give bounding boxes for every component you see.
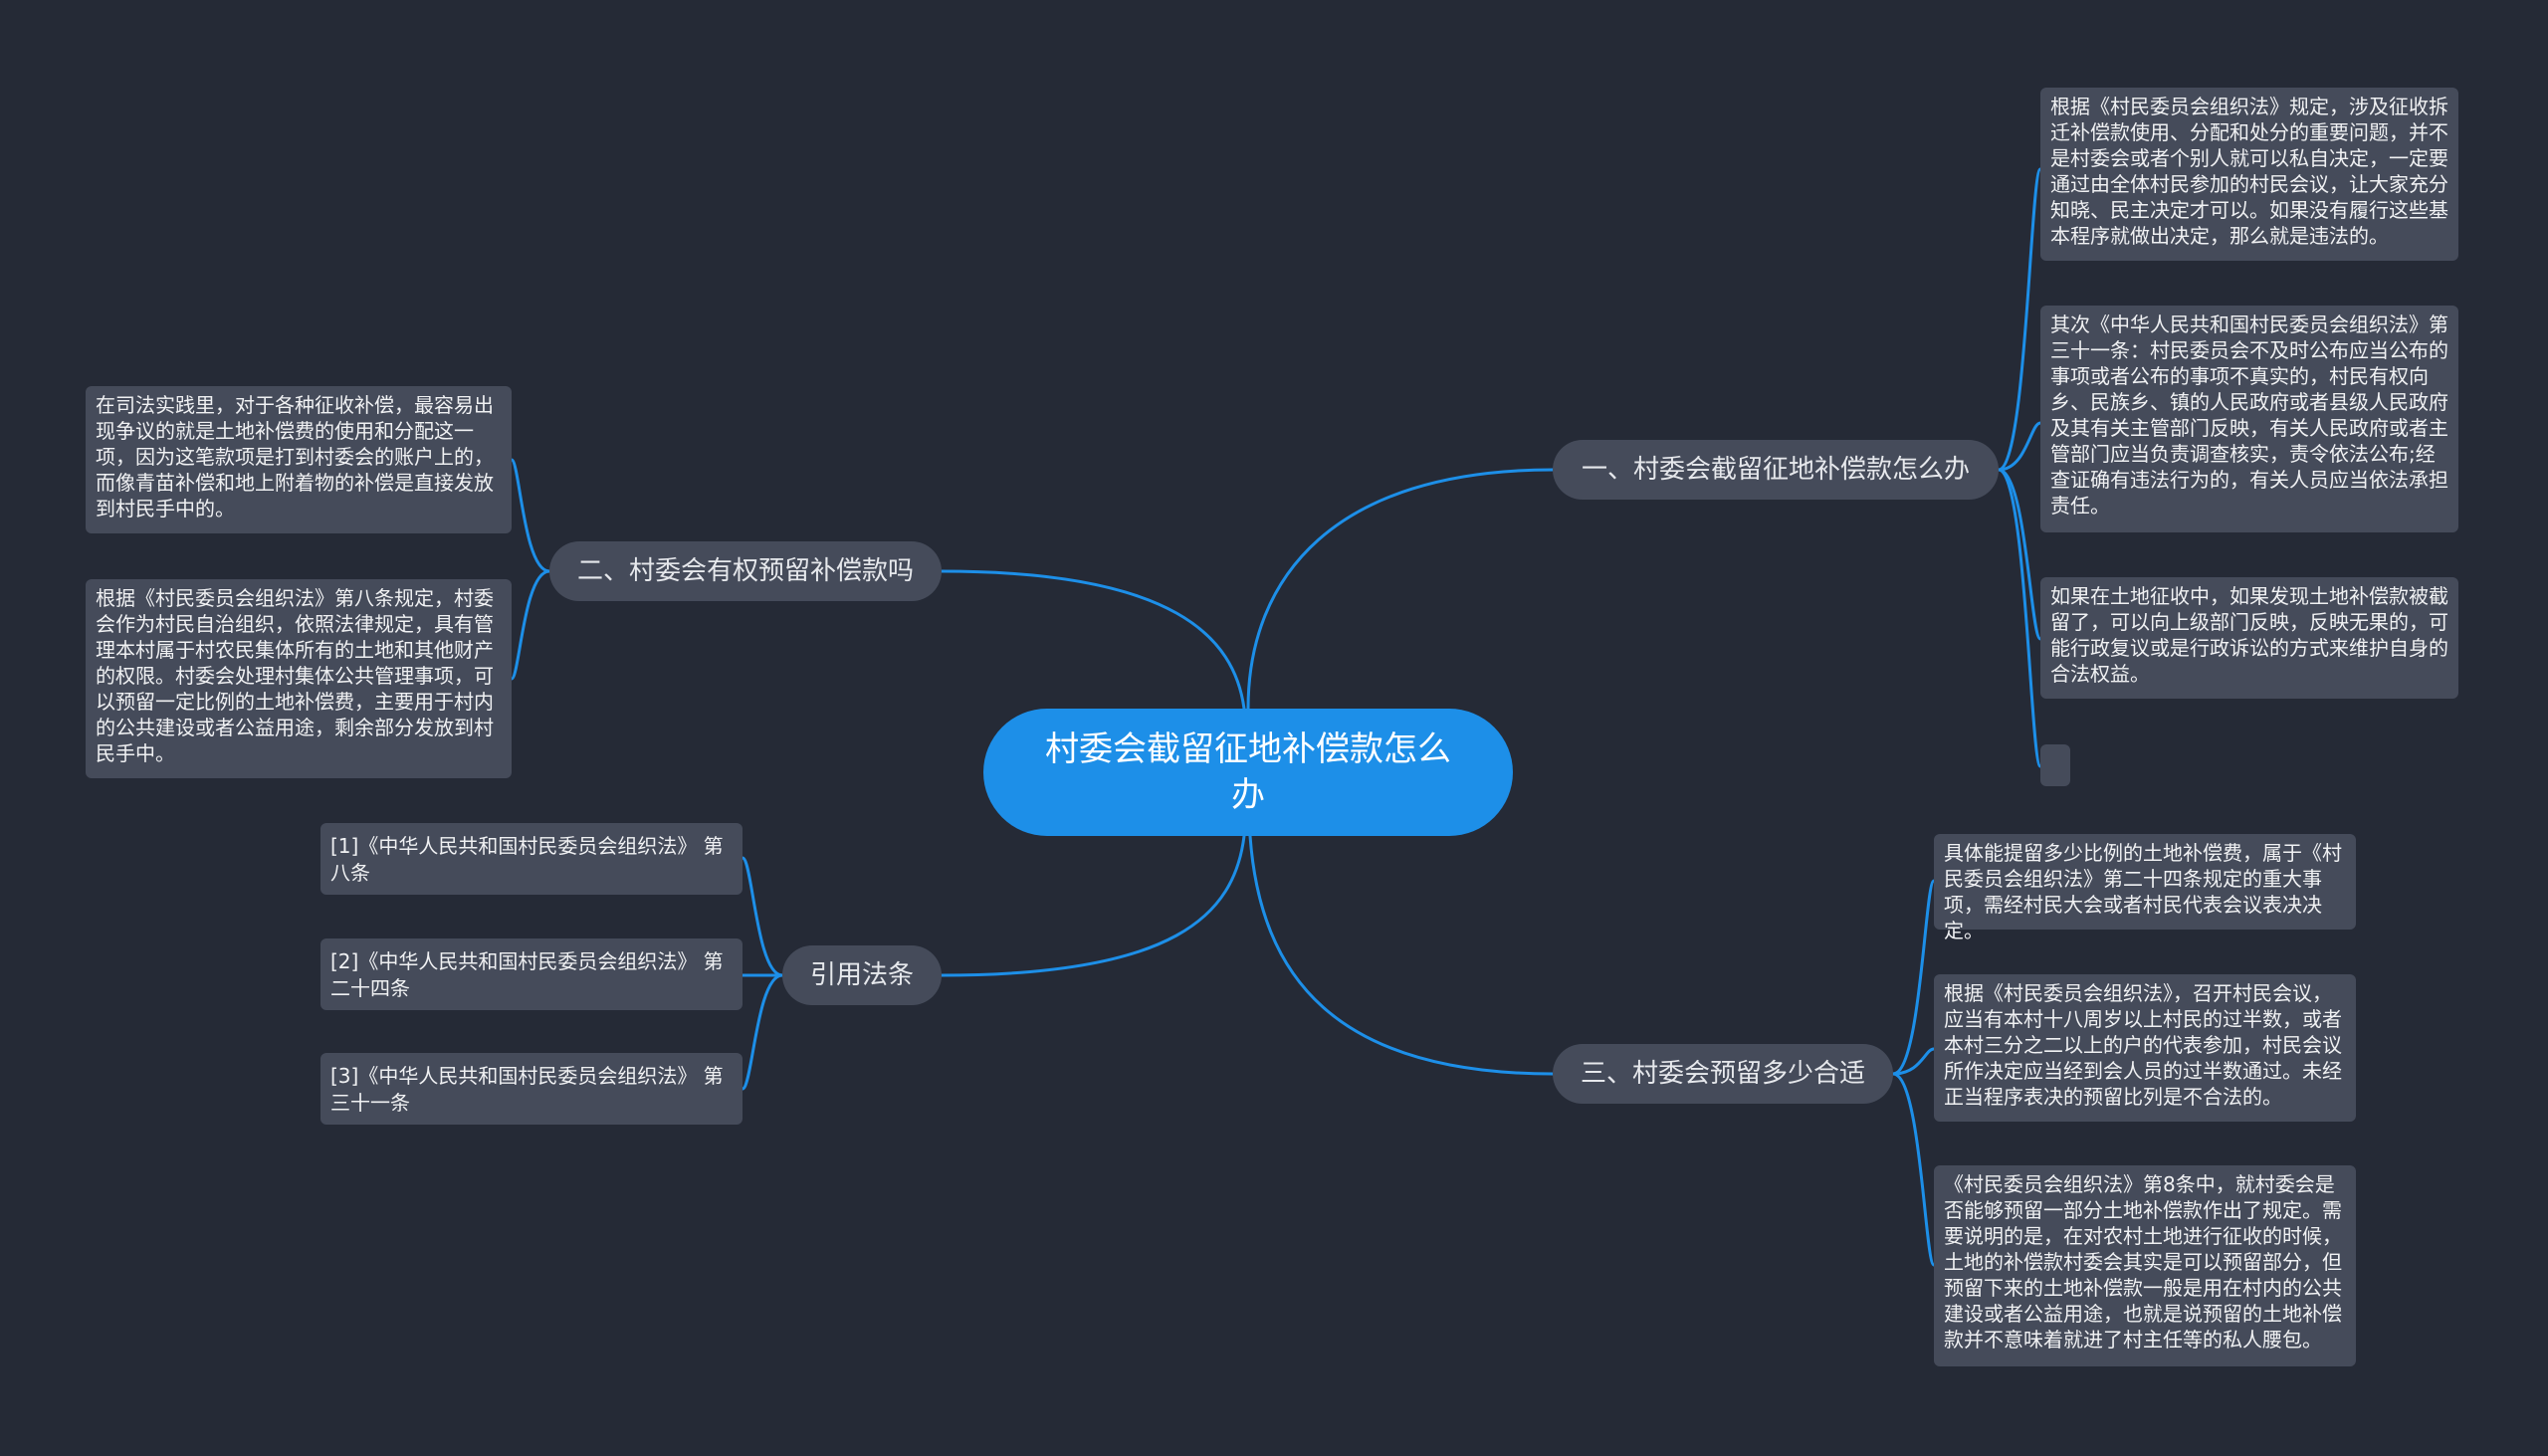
leaf-text: 如果在土地征收中，如果发现土地补偿款被截留了，可以向上级部门反映，反映无果的，可… <box>2050 584 2448 686</box>
link-branch1-leaf1 <box>1997 167 2042 472</box>
leaf-node[interactable]: 根据《村民委员会组织法》规定，涉及征收拆迁补偿款使用、分配和处分的重要问题，并不… <box>2040 88 2458 261</box>
root-node[interactable]: 村委会截留征地补偿款怎么办 <box>983 709 1513 836</box>
leaf-node[interactable]: 如果在土地征收中，如果发现土地补偿款被截留了，可以向上级部门反映，反映无果的，可… <box>2040 577 2458 699</box>
leaf-text: 其次《中华人民共和国村民委员会组织法》第三十一条：村民委员会不及时公布应当公布的… <box>2050 312 2448 518</box>
link-root-branch1 <box>1246 468 1555 711</box>
leaf-text: 具体能提留多少比例的土地补偿费，属于《村民委员会组织法》第二十四条规定的重大事项… <box>1944 841 2342 942</box>
link-branch2-leaf1 <box>510 458 551 573</box>
reference-text: [2]《中华人民共和国村民委员会组织法》 第二十四条 <box>330 949 724 1000</box>
leaf-text: 在司法实践里，对于各种征收补偿，最容易出现争议的就是土地补偿费的使用和分配这一项… <box>96 393 494 520</box>
link-branch3-leaf1 <box>1891 879 1936 1076</box>
link-root-branch3 <box>1248 834 1555 1076</box>
leaf-node[interactable]: 其次《中华人民共和国村民委员会组织法》第三十一条：村民委员会不及时公布应当公布的… <box>2040 306 2458 532</box>
root-title: 村委会截留征地补偿款怎么办 <box>1045 729 1451 815</box>
branch-label: 一、村委会截留征地补偿款怎么办 <box>1581 455 1970 485</box>
link-root-branch2 <box>940 569 1246 711</box>
link-root-branch4 <box>940 834 1246 977</box>
branch-node-references[interactable]: 引用法条 <box>782 945 942 1005</box>
reference-item[interactable]: [1]《中华人民共和国村民委员会组织法》 第八条 <box>320 823 743 895</box>
leaf-text: 《村民委员会组织法》第8条中，就村委会是否能够预留一部分土地补偿款作出了规定。需… <box>1944 1172 2342 1352</box>
leaf-node[interactable]: 具体能提留多少比例的土地补偿费，属于《村民委员会组织法》第二十四条规定的重大事项… <box>1934 834 2356 942</box>
reference-text: [3]《中华人民共和国村民委员会组织法》 第三十一条 <box>330 1064 724 1115</box>
leaf-node[interactable]: 根据《村民委员会组织法》第八条规定，村委会作为村民自治组织，依照法律规定，具有管… <box>86 579 512 778</box>
branch-label: 二、村委会有权预留补偿款吗 <box>576 556 914 586</box>
branch-label: 引用法条 <box>809 960 914 990</box>
empty-leaf-node[interactable] <box>2040 744 2070 786</box>
link-branch2-leaf2 <box>510 569 551 681</box>
branch-label: 三、村委会预留多少合适 <box>1580 1059 1865 1089</box>
mind-map-canvas: 村委会截留征地补偿款怎么办 一、村委会截留征地补偿款怎么办 根据《村民委员会组织… <box>0 0 2548 1456</box>
reference-text: [1]《中华人民共和国村民委员会组织法》 第八条 <box>330 834 724 885</box>
leaf-node[interactable]: 《村民委员会组织法》第8条中，就村委会是否能够预留一部分土地补偿款作出了规定。需… <box>1934 1165 2356 1366</box>
branch-node-1[interactable]: 一、村委会截留征地补偿款怎么办 <box>1553 440 1999 500</box>
leaf-text: 根据《村民委员会组织法》第八条规定，村委会作为村民自治组织，依照法律规定，具有管… <box>96 586 494 765</box>
branch-node-3[interactable]: 三、村委会预留多少合适 <box>1553 1044 1893 1104</box>
reference-item[interactable]: [2]《中华人民共和国村民委员会组织法》 第二十四条 <box>320 938 743 1010</box>
leaf-node[interactable]: 在司法实践里，对于各种征收补偿，最容易出现争议的就是土地补偿费的使用和分配这一项… <box>86 386 512 533</box>
leaf-text: 根据《村民委员会组织法》规定，涉及征收拆迁补偿款使用、分配和处分的重要问题，并不… <box>2050 95 2448 248</box>
leaf-node[interactable]: 根据《村民委员会组织法》，召开村民会议，应当有本村十八周岁以上村民的过半数，或者… <box>1934 974 2356 1122</box>
link-branch3-leaf3 <box>1891 1072 1936 1267</box>
reference-item[interactable]: [3]《中华人民共和国村民委员会组织法》 第三十一条 <box>320 1053 743 1125</box>
link-branch4-leaf3 <box>741 973 784 1091</box>
leaf-text: 根据《村民委员会组织法》，召开村民会议，应当有本村十八周岁以上村民的过半数，或者… <box>1944 981 2342 1109</box>
link-branch4-leaf1 <box>741 856 784 977</box>
branch-node-2[interactable]: 二、村委会有权预留补偿款吗 <box>549 541 942 601</box>
